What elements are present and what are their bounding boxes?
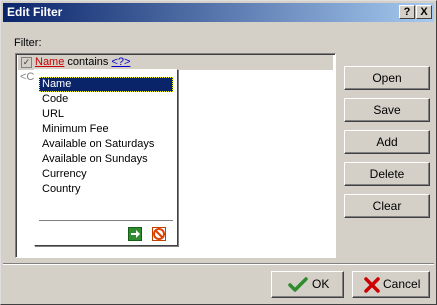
field-option-url[interactable]: URL	[39, 107, 173, 122]
add-condition-row[interactable]: <C	[20, 71, 34, 83]
field-option-code[interactable]: Code	[39, 92, 173, 107]
footer-divider	[3, 263, 434, 265]
field-picker-popup: Name Code URL Minimum Fee Available on S…	[34, 69, 178, 246]
field-option-minimum-fee[interactable]: Minimum Fee	[39, 122, 173, 137]
checkmark-icon	[288, 277, 308, 292]
save-button[interactable]: Save	[344, 98, 430, 122]
open-button[interactable]: Open	[344, 66, 430, 90]
clear-button[interactable]: Clear	[344, 194, 430, 218]
filter-condition-row[interactable]: ✓ Name contains <?>	[18, 55, 333, 70]
field-option-currency[interactable]: Currency	[39, 167, 173, 182]
popup-divider	[39, 220, 173, 222]
condition-operator[interactable]: contains	[67, 56, 108, 68]
condition-field-link[interactable]: Name	[35, 56, 64, 68]
close-icon: X	[420, 6, 428, 18]
field-option-available-saturdays[interactable]: Available on Saturdays	[39, 137, 173, 152]
cancel-button[interactable]: Cancel	[352, 271, 430, 298]
add-button[interactable]: Add	[344, 130, 430, 154]
dialog-title: Edit Filter	[7, 5, 63, 19]
help-button[interactable]: ?	[399, 5, 415, 19]
ok-label: OK	[312, 277, 330, 291]
help-icon: ?	[403, 6, 411, 18]
field-option-name[interactable]: Name	[39, 77, 173, 92]
popup-cancel-button[interactable]	[152, 227, 166, 241]
field-list[interactable]: Name Code URL Minimum Fee Available on S…	[39, 77, 173, 223]
arrow-right-icon	[131, 230, 140, 238]
no-entry-icon	[153, 228, 165, 240]
close-button[interactable]: X	[416, 5, 432, 19]
condition-checkbox[interactable]: ✓	[21, 57, 32, 68]
condition-value-link[interactable]: <?>	[111, 56, 130, 68]
field-option-country[interactable]: Country	[39, 182, 173, 197]
ok-button[interactable]: OK	[271, 271, 344, 298]
x-icon	[364, 277, 380, 293]
condition-text: Name contains <?>	[35, 56, 130, 68]
filter-label: Filter:	[14, 37, 42, 49]
cancel-label: Cancel	[383, 277, 421, 291]
field-option-available-sundays[interactable]: Available on Sundays	[39, 152, 173, 167]
popup-accept-button[interactable]	[128, 227, 142, 241]
edit-filter-dialog: Edit Filter ? X Filter: ✓ Name contains …	[0, 0, 437, 305]
title-bar[interactable]: Edit Filter	[3, 3, 434, 22]
delete-button[interactable]: Delete	[344, 162, 430, 186]
